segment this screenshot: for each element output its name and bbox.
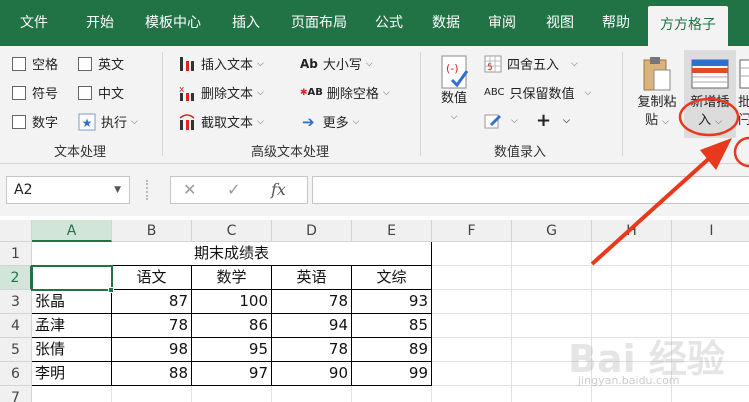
highlight-circle — [678, 97, 740, 137]
annotation-overlay — [590, 97, 749, 266]
excel-window: 文件 开始 模板中心 插入 页面布局 公式 数据 审阅 视图 帮助 方方格子 空… — [0, 0, 749, 402]
arrow-head-icon — [700, 138, 732, 170]
highlight-circle — [733, 136, 749, 168]
arrow-line — [590, 152, 716, 266]
